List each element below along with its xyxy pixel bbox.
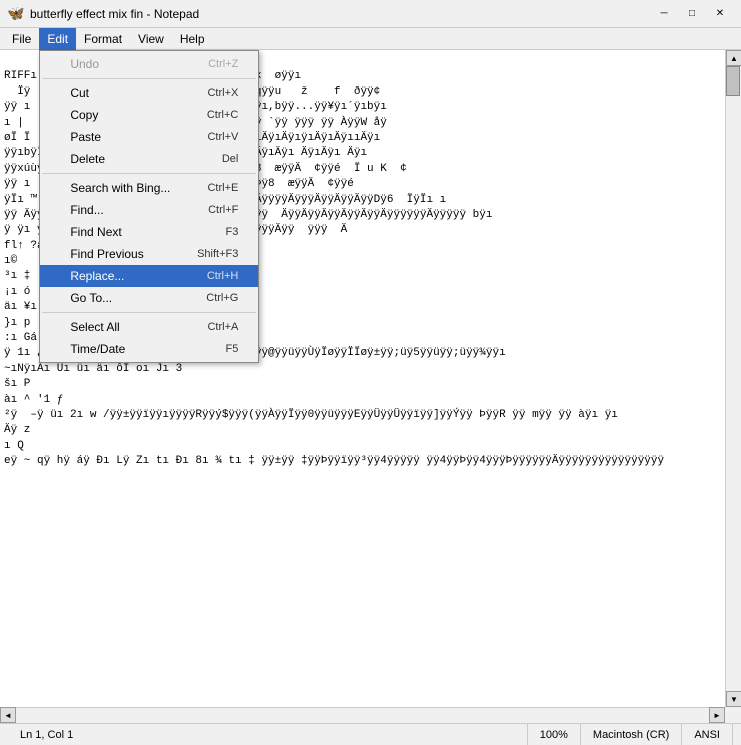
- title-bar-text: butterfly effect mix fin - Notepad: [30, 7, 199, 21]
- status-position: Ln 1, Col 1: [8, 724, 528, 745]
- menu-select-all[interactable]: Select All Ctrl+A: [40, 316, 258, 338]
- scroll-right-button[interactable]: ►: [709, 707, 725, 723]
- status-encoding: ANSI: [682, 724, 733, 745]
- menu-edit-container: Edit Undo Ctrl+Z Cut Ctrl+X Copy Ctrl+C …: [39, 28, 76, 50]
- title-bar-controls: ─ □ ✕: [651, 5, 733, 23]
- app-icon: 🦋: [8, 6, 24, 22]
- menu-cut[interactable]: Cut Ctrl+X: [40, 82, 258, 104]
- menu-format[interactable]: Format: [76, 28, 130, 50]
- menu-find-previous[interactable]: Find Previous Shift+F3: [40, 243, 258, 265]
- menu-undo[interactable]: Undo Ctrl+Z: [40, 53, 258, 75]
- menu-replace[interactable]: Replace... Ctrl+H: [40, 265, 258, 287]
- scroll-up-button[interactable]: ▲: [726, 50, 741, 66]
- title-bar: 🦋 butterfly effect mix fin - Notepad ─ □…: [0, 0, 741, 28]
- separator-2: [42, 173, 256, 174]
- minimize-button[interactable]: ─: [651, 5, 677, 23]
- menu-view[interactable]: View: [130, 28, 172, 50]
- menu-find-next[interactable]: Find Next F3: [40, 221, 258, 243]
- menu-paste[interactable]: Paste Ctrl+V: [40, 126, 258, 148]
- menu-bar: File Edit Undo Ctrl+Z Cut Ctrl+X Copy Ct…: [0, 28, 741, 50]
- scroll-down-button[interactable]: ▼: [726, 691, 741, 707]
- separator-1: [42, 78, 256, 79]
- scrollbar-horizontal[interactable]: ◄ ►: [0, 707, 725, 723]
- title-bar-left: 🦋 butterfly effect mix fin - Notepad: [8, 6, 199, 22]
- menu-find[interactable]: Find... Ctrl+F: [40, 199, 258, 221]
- menu-edit[interactable]: Edit: [39, 28, 76, 50]
- scroll-left-button[interactable]: ◄: [0, 707, 16, 723]
- scrollbar-vertical[interactable]: ▲ ▼: [725, 50, 741, 707]
- menu-time-date[interactable]: Time/Date F5: [40, 338, 258, 360]
- maximize-button[interactable]: □: [679, 5, 705, 23]
- status-zoom: 100%: [528, 724, 581, 745]
- status-line-ending: Macintosh (CR): [581, 724, 682, 745]
- separator-3: [42, 312, 256, 313]
- menu-delete[interactable]: Delete Del: [40, 148, 258, 170]
- menu-help[interactable]: Help: [172, 28, 213, 50]
- close-button[interactable]: ✕: [707, 5, 733, 23]
- scroll-thumb-vertical[interactable]: [726, 66, 740, 96]
- menu-copy[interactable]: Copy Ctrl+C: [40, 104, 258, 126]
- menu-file[interactable]: File: [4, 28, 39, 50]
- menu-goto[interactable]: Go To... Ctrl+G: [40, 287, 258, 309]
- menu-search-bing[interactable]: Search with Bing... Ctrl+E: [40, 177, 258, 199]
- edit-dropdown-menu: Undo Ctrl+Z Cut Ctrl+X Copy Ctrl+C Paste…: [39, 50, 259, 363]
- status-bar: Ln 1, Col 1 100% Macintosh (CR) ANSI: [0, 723, 741, 745]
